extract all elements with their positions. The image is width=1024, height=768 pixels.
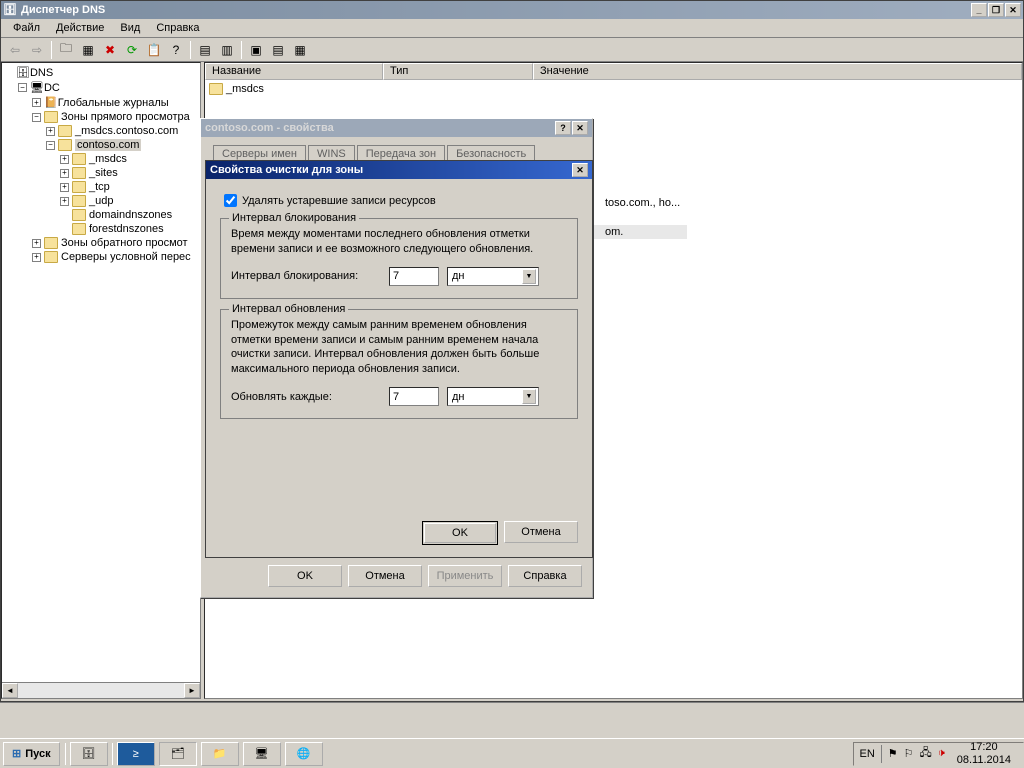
clock[interactable]: 17:20 08.11.2014 bbox=[951, 741, 1017, 765]
scavenge-checkbox[interactable] bbox=[224, 194, 237, 207]
clock-time: 17:20 bbox=[957, 741, 1011, 753]
scroll-right-icon[interactable]: ► bbox=[184, 683, 200, 698]
toolbar: ⇦ ⇨ 🗀 ▦ ✖ ⟳ 📋 ? ▤ ▥ ▣ ▤ ▦ bbox=[1, 38, 1023, 62]
norefresh-value[interactable] bbox=[389, 267, 439, 286]
system-tray: EN ⚑ ⚐ 🖧 🕩 17:20 08.11.2014 bbox=[853, 742, 1024, 766]
menu-action[interactable]: Действие bbox=[48, 20, 112, 36]
chevron-down-icon: ▼ bbox=[522, 389, 536, 404]
refresh-legend: Интервал обновления bbox=[229, 303, 348, 315]
refresh-value[interactable] bbox=[389, 387, 439, 406]
back-icon[interactable]: ⇦ bbox=[5, 40, 25, 60]
props-close-button[interactable]: ✕ bbox=[572, 121, 588, 135]
norefresh-fieldset: Интервал блокирования Время между момент… bbox=[220, 218, 578, 299]
col-name[interactable]: Название bbox=[205, 63, 383, 80]
start-button[interactable]: ⊞ Пуск bbox=[3, 742, 60, 766]
tree-cond-fwd[interactable]: +Серверы условной перес bbox=[4, 250, 198, 264]
col-type[interactable]: Тип bbox=[383, 63, 533, 80]
tray-network-icon[interactable]: 🖧 bbox=[920, 744, 932, 763]
windows-logo-icon: ⊞ bbox=[12, 747, 21, 760]
tool4-icon[interactable]: ▤ bbox=[268, 40, 288, 60]
menubar: Файл Действие Вид Справка bbox=[1, 19, 1023, 38]
tree-tcp[interactable]: +_tcp bbox=[4, 180, 198, 194]
tree-dc[interactable]: −🖥 DC bbox=[4, 80, 198, 95]
refresh-unit-text: дн bbox=[452, 391, 465, 403]
chevron-down-icon: ▼ bbox=[522, 269, 536, 284]
task-network[interactable]: 🖥 bbox=[243, 742, 281, 766]
refresh-icon[interactable]: ⟳ bbox=[122, 40, 142, 60]
task-folder[interactable]: 📁 bbox=[201, 742, 239, 766]
close-button[interactable]: ✕ bbox=[1005, 3, 1021, 17]
tree-global-logs[interactable]: +📔 Глобальные журналы bbox=[4, 95, 198, 110]
export-icon[interactable]: 📋 bbox=[144, 40, 164, 60]
forward-icon[interactable]: ⇨ bbox=[27, 40, 47, 60]
norefresh-unit-select[interactable]: дн ▼ bbox=[447, 267, 539, 286]
aging-close-button[interactable]: ✕ bbox=[572, 163, 588, 177]
tree-udp[interactable]: +_udp bbox=[4, 194, 198, 208]
tree-contoso[interactable]: −contoso.com bbox=[4, 138, 198, 152]
dns-icon: 🗄 bbox=[3, 3, 17, 17]
aging-cancel-button[interactable]: Отмена bbox=[504, 521, 578, 543]
tool3-icon[interactable]: ▣ bbox=[246, 40, 266, 60]
delete-icon[interactable]: ✖ bbox=[100, 40, 120, 60]
menu-file[interactable]: Файл bbox=[5, 20, 48, 36]
up-icon[interactable]: 🗀 bbox=[56, 40, 76, 60]
norefresh-legend: Интервал блокирования bbox=[229, 212, 359, 224]
tool2-icon[interactable]: ▥ bbox=[217, 40, 237, 60]
refresh-unit-select[interactable]: дн ▼ bbox=[447, 387, 539, 406]
clock-date: 08.11.2014 bbox=[957, 754, 1011, 766]
tree-panel: 🗄 DNS −🖥 DC +📔 Глобальные журналы −Зоны … bbox=[1, 62, 201, 699]
tool1-icon[interactable]: ▤ bbox=[195, 40, 215, 60]
window-title: Диспетчер DNS bbox=[21, 4, 105, 16]
tree-msdcs-contoso[interactable]: +_msdcs.contoso.com bbox=[4, 124, 198, 138]
tray-balloon-icon[interactable]: ⚐ bbox=[904, 747, 914, 760]
props-help-button2[interactable]: Справка bbox=[508, 565, 582, 587]
aging-title: Свойства очистки для зоны bbox=[210, 164, 363, 176]
titlebar: 🗄 Диспетчер DNS _ ❐ ✕ bbox=[1, 1, 1023, 19]
tree-root[interactable]: 🗄 DNS bbox=[4, 65, 198, 80]
tree-msdcs[interactable]: +_msdcs bbox=[4, 152, 198, 166]
help-icon[interactable]: ? bbox=[166, 40, 186, 60]
statusbar bbox=[0, 702, 1024, 722]
tool5-icon[interactable]: ▦ bbox=[290, 40, 310, 60]
language-indicator[interactable]: EN bbox=[860, 748, 875, 760]
tree-domaindns[interactable]: domaindnszones bbox=[4, 208, 198, 222]
norefresh-unit-text: дн bbox=[452, 270, 465, 282]
props-cancel-button[interactable]: Отмена bbox=[348, 565, 422, 587]
taskbar: ⊞ Пуск 🗄 ≥ 🗂 📁 🖥 🌐 EN ⚑ ⚐ 🖧 🕩 17:20 08.1… bbox=[0, 738, 1024, 768]
aging-ok-button[interactable]: OK bbox=[424, 523, 496, 543]
horizontal-scrollbar[interactable]: ◄ ► bbox=[2, 682, 200, 698]
tree-sites[interactable]: +_sites bbox=[4, 166, 198, 180]
task-powershell[interactable]: ≥ bbox=[117, 742, 155, 766]
props-apply-button[interactable]: Применить bbox=[428, 565, 502, 587]
props-titlebar: contoso.com - свойства ? ✕ bbox=[201, 119, 592, 137]
tray-flag-icon[interactable]: ⚑ bbox=[888, 747, 898, 760]
tray-sound-icon[interactable]: 🕩 bbox=[938, 747, 945, 760]
props-title: contoso.com - свойства bbox=[205, 122, 334, 134]
list-icon[interactable]: ▦ bbox=[78, 40, 98, 60]
norefresh-label: Интервал блокирования: bbox=[231, 270, 381, 282]
task-explorer[interactable]: 🗂 bbox=[159, 742, 197, 766]
aging-dialog: Свойства очистки для зоны ✕ Удалять уста… bbox=[205, 160, 593, 558]
tree-rev-zones[interactable]: +Зоны обратного просмот bbox=[4, 236, 198, 250]
scroll-left-icon[interactable]: ◄ bbox=[2, 683, 18, 698]
refresh-label: Обновлять каждые: bbox=[231, 391, 381, 403]
tree-forestdns[interactable]: forestdnszones bbox=[4, 222, 198, 236]
norefresh-desc: Время между моментами последнего обновле… bbox=[231, 227, 567, 257]
maximize-button[interactable]: ❐ bbox=[988, 3, 1004, 17]
minimize-button[interactable]: _ bbox=[971, 3, 987, 17]
menu-help[interactable]: Справка bbox=[148, 20, 207, 36]
task-dns[interactable]: 🌐 bbox=[285, 742, 323, 766]
aging-titlebar: Свойства очистки для зоны ✕ bbox=[206, 161, 592, 179]
props-help-button[interactable]: ? bbox=[555, 121, 571, 135]
list-item[interactable]: _msdcs bbox=[207, 82, 1020, 96]
props-ok-button[interactable]: OK bbox=[268, 565, 342, 587]
tree-fwd-zones[interactable]: −Зоны прямого просмотра bbox=[4, 110, 198, 124]
menu-view[interactable]: Вид bbox=[112, 20, 148, 36]
refresh-desc: Промежуток между самым ранним временем о… bbox=[231, 318, 567, 377]
col-value[interactable]: Значение bbox=[533, 63, 1022, 80]
task-servermanager[interactable]: 🗄 bbox=[70, 742, 108, 766]
scavenge-label: Удалять устаревшие записи ресурсов bbox=[242, 195, 436, 207]
start-label: Пуск bbox=[25, 748, 50, 760]
refresh-fieldset: Интервал обновления Промежуток между сам… bbox=[220, 309, 578, 419]
